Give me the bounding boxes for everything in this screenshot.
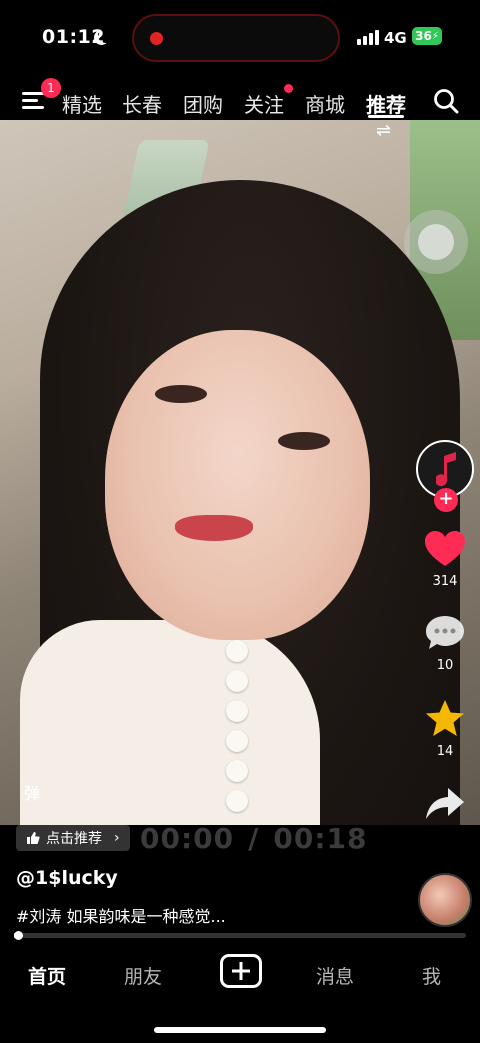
tab-jingxuan[interactable]: 精选 — [62, 89, 102, 118]
video-info: 点击推荐 › 00:00/00:18 @1$lucky #刘涛 如果韵味是一种感… — [0, 822, 480, 940]
tab-guanzhu[interactable]: 关注 — [244, 89, 284, 118]
music-disc[interactable] — [418, 873, 472, 927]
video-subject-eye-right — [278, 432, 330, 450]
video-caption[interactable]: #刘涛 如果韵味是一种感觉... — [16, 903, 226, 927]
nav-home[interactable]: 首页 — [28, 962, 66, 989]
assistive-touch-ball[interactable] — [404, 210, 468, 274]
nav-me[interactable]: 我 — [422, 962, 441, 989]
video-subject-face — [105, 330, 370, 640]
video-subject-lips — [175, 515, 253, 541]
like-count: 314 — [432, 574, 458, 589]
moon-icon — [98, 28, 113, 43]
tab-changchun[interactable]: 长春 — [122, 89, 162, 118]
status-time: 01:12 — [42, 26, 105, 48]
music-note-icon — [436, 452, 456, 487]
recommend-chip-label: 点击推荐 — [46, 831, 102, 847]
current-time: 00:00 — [140, 822, 235, 855]
timecode: 00:00/00:18 — [140, 822, 368, 855]
network-type: 4G — [384, 29, 407, 47]
plus-icon — [232, 962, 250, 980]
danmu-toggle[interactable]: 弹 — [24, 780, 40, 804]
progress-bar[interactable] — [14, 931, 466, 940]
menu-badge: 1 — [41, 78, 61, 98]
progress-knob[interactable] — [14, 931, 24, 940]
favorite-action[interactable]: 14 — [410, 698, 480, 759]
creator-username[interactable]: @1$lucky — [16, 867, 118, 889]
recording-dot-icon — [150, 32, 163, 45]
video-subject-eye-left — [155, 385, 207, 403]
status-bar: 01:12 4G 36 ⚡ — [0, 0, 480, 80]
total-time: 00:18 — [273, 822, 368, 855]
recommend-chip[interactable]: 点击推荐 › — [16, 825, 130, 851]
tab-shangcheng[interactable]: 商城 — [305, 89, 345, 118]
tab-tuijian[interactable]: 推荐 — [366, 89, 406, 118]
battery-level: 36 — [415, 29, 432, 43]
heart-icon — [425, 531, 465, 566]
swap-icon[interactable]: ⇌ — [376, 120, 391, 141]
comment-count: 10 — [436, 658, 454, 673]
follow-button[interactable]: + — [434, 488, 458, 512]
favorite-count: 14 — [436, 744, 454, 759]
blouse-buttons — [226, 640, 250, 820]
video-subject-blouse — [20, 620, 320, 825]
tab-tuangou[interactable]: 团购 — [183, 89, 223, 118]
battery-icon: 36 ⚡ — [412, 27, 442, 45]
comment-action[interactable]: 10 — [410, 614, 480, 673]
active-tab-indicator — [368, 115, 404, 118]
comment-icon — [426, 616, 464, 649]
create-button[interactable] — [220, 954, 262, 988]
nav-friends[interactable]: 朋友 — [124, 962, 162, 989]
bottom-nav: 首页 朋友 消息 我 — [0, 940, 480, 1043]
signal-icon — [357, 30, 379, 45]
like-action[interactable]: 314 — [410, 530, 480, 589]
top-nav: 1 精选 长春 团购 关注 商城 推荐 — [0, 78, 480, 120]
search-icon[interactable] — [433, 88, 459, 114]
dynamic-island[interactable] — [132, 14, 340, 62]
share-icon — [426, 788, 464, 819]
thumbs-up-icon — [27, 832, 40, 844]
home-indicator[interactable] — [154, 1027, 326, 1033]
menu-icon[interactable] — [22, 90, 44, 110]
video-player[interactable]: ⇌ 弹 — [0, 120, 480, 825]
star-icon — [426, 700, 464, 736]
guanzhu-dot — [284, 84, 293, 93]
chevron-right-icon: › — [114, 830, 120, 846]
nav-messages[interactable]: 消息 — [316, 962, 354, 989]
